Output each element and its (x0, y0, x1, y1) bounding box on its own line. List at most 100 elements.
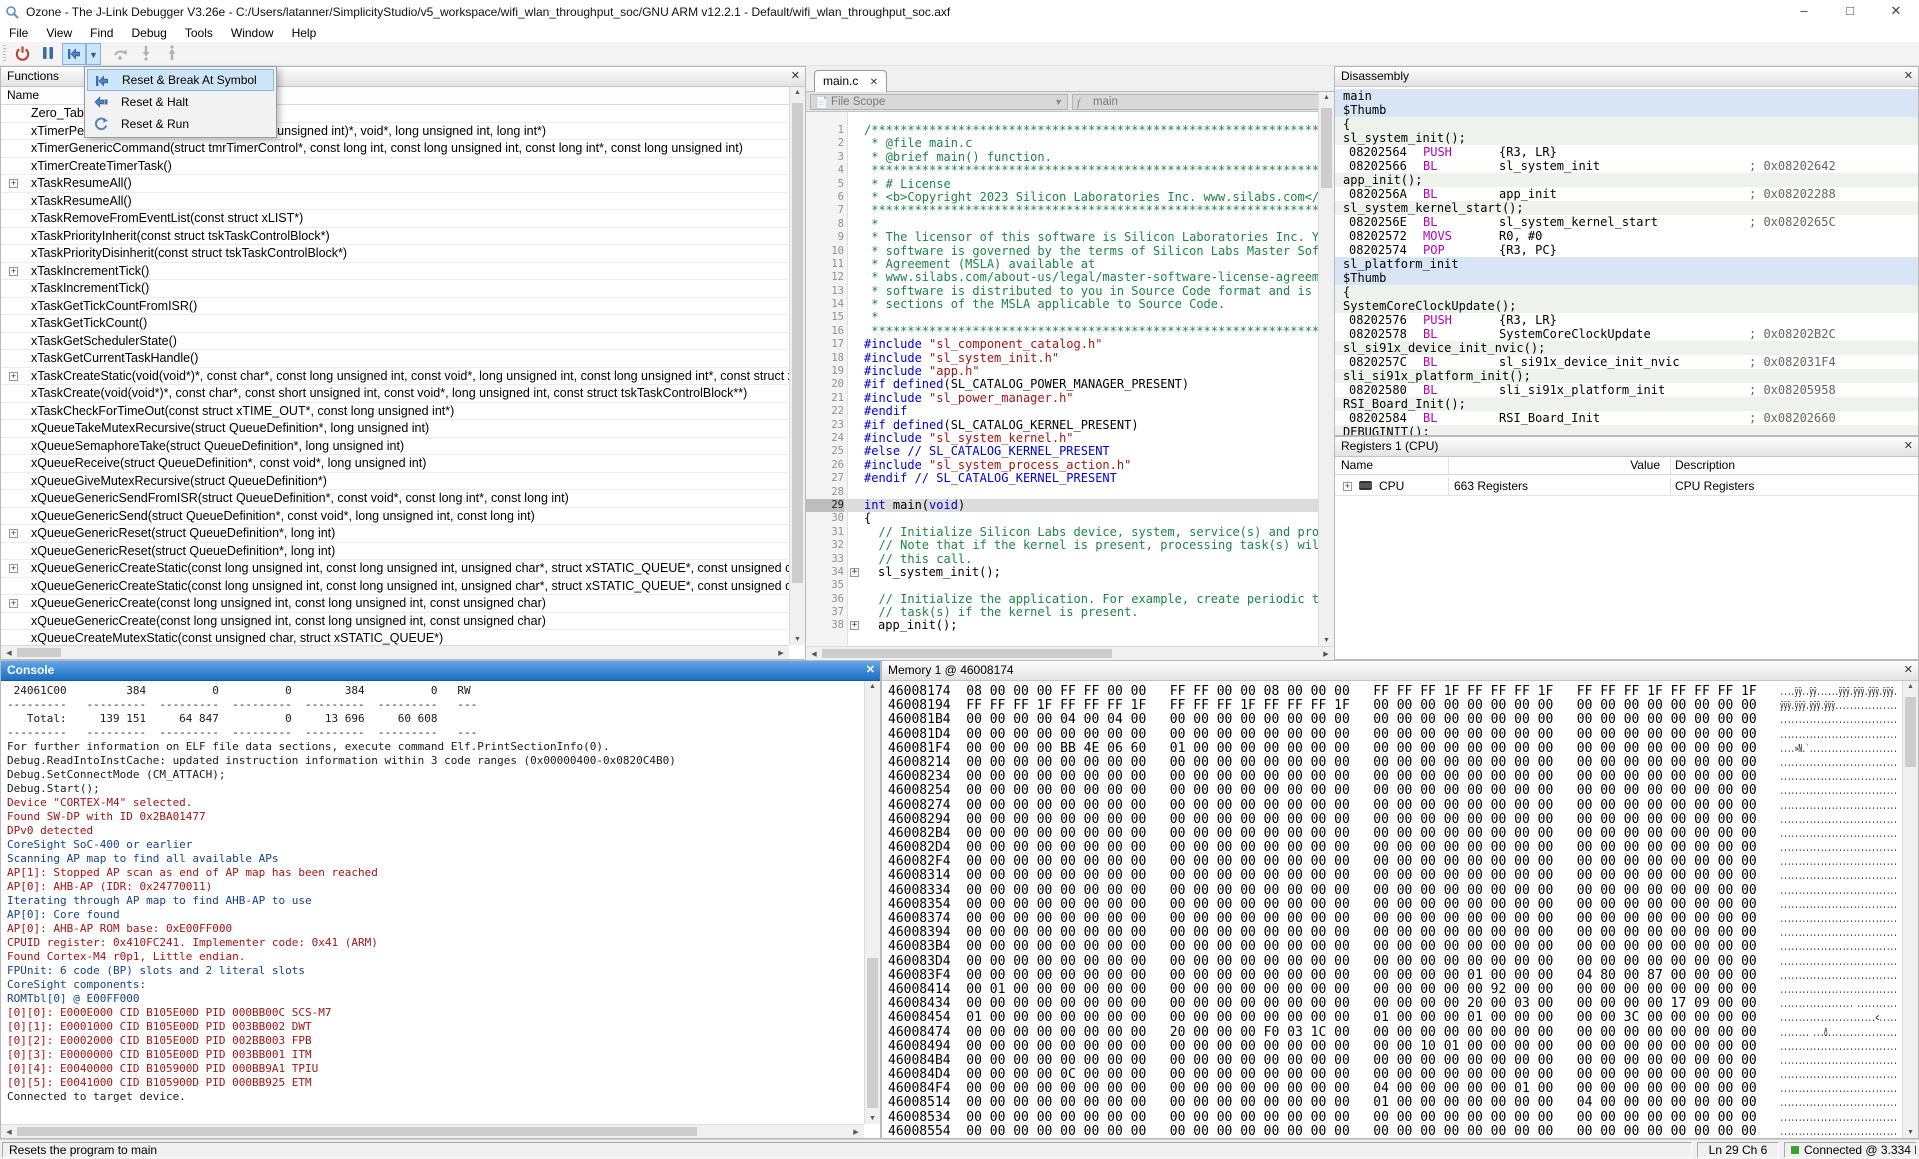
code-line-31[interactable]: 31 // Initialize Silicon Labs device, sy… (806, 526, 1318, 539)
memory-row[interactable]: 46008334 00 00 00 00 00 00 00 00 00 00 0… (888, 884, 1902, 898)
code-line-38[interactable]: 38+app_init(); (806, 619, 1318, 632)
memory-row[interactable]: 460082D4 00 00 00 00 00 00 00 00 00 00 0… (888, 841, 1902, 855)
function-row[interactable]: xTaskGetSchedulerState() (1, 333, 789, 351)
code-line-11[interactable]: 11 * Agreement (MSLA) available at (806, 258, 1318, 271)
code-line-8[interactable]: 8 * (806, 218, 1318, 231)
memory-row[interactable]: 46008434 00 00 00 00 00 00 00 00 00 00 0… (888, 997, 1902, 1011)
disassembly-instruction[interactable]: 08202580BLsli_si91x_platform_init; 0x082… (1335, 383, 1918, 397)
code-line-36[interactable]: 36 // Initialize the application. For ex… (806, 593, 1318, 606)
code-line-35[interactable]: 35 (806, 579, 1318, 592)
console-horizontal-scrollbar[interactable]: ◀ ▶ (1, 1124, 864, 1138)
code-line-3[interactable]: 3 * @brief main() function. (806, 151, 1318, 164)
function-row[interactable]: xQueueGenericSend(struct QueueDefinition… (1, 508, 789, 526)
disassembly-source-line[interactable]: app_init(); (1335, 173, 1918, 187)
console-vertical-scrollbar[interactable]: ▲ ▼ (864, 681, 880, 1124)
menu-window[interactable]: Window (222, 24, 283, 42)
code-line-12[interactable]: 12 * www.silabs.com/about-us/legal/maste… (806, 271, 1318, 284)
code-line-9[interactable]: 9 * The licensor of this software is Sil… (806, 231, 1318, 244)
step-out-icon[interactable] (160, 43, 184, 65)
memory-row[interactable]: 460084D4 00 00 00 00 0C 00 00 00 00 00 0… (888, 1068, 1902, 1082)
disassembly-label[interactable]: $Thumb (1335, 271, 1918, 285)
function-dropdown[interactable]: f main ▼ (1072, 94, 1330, 110)
expand-icon[interactable]: + (9, 267, 18, 276)
disassembly-instruction[interactable]: 08202584BLRSI_Board_Init; 0x08202660 (1335, 411, 1918, 425)
function-row[interactable]: xQueueCreateMutexStatic(const unsigned c… (1, 630, 789, 645)
memory-row[interactable]: 460084B4 00 00 00 00 00 00 00 00 00 00 0… (888, 1054, 1902, 1068)
editor-vertical-scrollbar[interactable]: ▲ ▼ (1318, 92, 1334, 646)
memory-hex-dump[interactable]: 46008174 08 00 00 00 FF FF 00 00 FF FF 0… (888, 685, 1902, 1138)
function-row[interactable]: xQueueTakeMutexRecursive(struct QueueDef… (1, 420, 789, 438)
memory-row[interactable]: 46008314 00 00 00 00 00 00 00 00 00 00 0… (888, 869, 1902, 883)
code-line-30[interactable]: 30{ (806, 512, 1318, 525)
function-row[interactable]: xTaskPriorityInherit(const struct tskTas… (1, 228, 789, 246)
expand-icon[interactable]: + (9, 179, 18, 188)
memory-row[interactable]: 460081F4 00 00 00 00 BB 4E 06 60 01 00 0… (888, 742, 1902, 756)
expand-icon[interactable]: + (9, 372, 18, 381)
function-row[interactable]: xTaskIncrementTick() (1, 280, 789, 298)
function-row[interactable]: +xQueueGenericCreate(const long unsigned… (1, 595, 789, 613)
memory-row[interactable]: 46008254 00 00 00 00 00 00 00 00 00 00 0… (888, 784, 1902, 798)
disassembly-instruction[interactable]: 0820256ABLapp_init; 0x08202288 (1335, 187, 1918, 201)
disassembly-instruction[interactable]: 08202566BLsl_system_init; 0x08202642 (1335, 159, 1918, 173)
disassembly-source-line[interactable]: SystemCoreClockUpdate(); (1335, 299, 1918, 313)
disassembly-instruction[interactable]: 08202578BLSystemCoreClockUpdate; 0x08202… (1335, 327, 1918, 341)
expand-icon[interactable]: + (9, 564, 18, 573)
disassembly-instruction[interactable]: 0820257CBLsl_si91x_device_init_nvic; 0x0… (1335, 355, 1918, 369)
code-line-1[interactable]: 1/**************************************… (806, 124, 1318, 137)
memory-row[interactable]: 46008274 00 00 00 00 00 00 00 00 00 00 0… (888, 799, 1902, 813)
function-row[interactable]: xTaskGetTickCount() (1, 315, 789, 333)
function-row[interactable]: +xTaskIncrementTick() (1, 263, 789, 281)
code-line-24[interactable]: 24#include "sl_system_kernel.h" (806, 432, 1318, 445)
close-icon[interactable]: ✕ (1904, 437, 1913, 456)
function-row[interactable]: xTaskPriorityDisinherit(const struct tsk… (1, 245, 789, 263)
memory-row[interactable]: 46008194 FF FF FF 1F FF FF FF 1F FF FF F… (888, 699, 1902, 713)
close-icon[interactable]: ✕ (1904, 67, 1913, 86)
function-row[interactable]: xTaskResumeAll() (1, 193, 789, 211)
memory-row[interactable]: 46008294 00 00 00 00 00 00 00 00 00 00 0… (888, 813, 1902, 827)
code-line-33[interactable]: 33 // this call. (806, 553, 1318, 566)
code-line-4[interactable]: 4 **************************************… (806, 164, 1318, 177)
menu-view[interactable]: View (37, 24, 81, 42)
memory-row[interactable]: 46008214 00 00 00 00 00 00 00 00 00 00 0… (888, 756, 1902, 770)
disassembly-source-line[interactable]: RSI_Board_Init(); (1335, 397, 1918, 411)
registers-column-header[interactable]: Name Value Description (1335, 457, 1918, 475)
disassembly-source-line[interactable]: { (1335, 285, 1918, 299)
memory-row[interactable]: 460082B4 00 00 00 00 00 00 00 00 00 00 0… (888, 827, 1902, 841)
code-line-34[interactable]: 34+sl_system_init(); (806, 566, 1318, 579)
disassembly-source-line[interactable]: sl_system_kernel_start(); (1335, 201, 1918, 215)
menu-file[interactable]: File (0, 24, 37, 42)
function-row[interactable]: xQueueGenericSendFromISR(struct QueueDef… (1, 490, 789, 508)
function-row[interactable]: xQueueGenericReset(struct QueueDefinitio… (1, 543, 789, 561)
code-line-22[interactable]: 22#endif (806, 405, 1318, 418)
inline-expand-icon[interactable]: + (850, 568, 859, 577)
disassembly-source-line[interactable]: sl_si91x_device_init_nvic(); (1335, 341, 1918, 355)
function-row[interactable]: +xQueueGenericCreateStatic(const long un… (1, 560, 789, 578)
code-line-14[interactable]: 14 * sections of the MSLA applicable to … (806, 298, 1318, 311)
function-row[interactable]: xTaskGetTickCountFromISR() (1, 298, 789, 316)
close-button[interactable]: ✕ (1873, 0, 1919, 24)
file-scope-dropdown[interactable]: 📄 File Scope ▼ (810, 94, 1068, 110)
memory-row[interactable]: 46008494 00 00 00 00 00 00 00 00 00 00 0… (888, 1040, 1902, 1054)
expand-icon[interactable]: + (9, 599, 18, 608)
memory-row[interactable]: 460084F4 00 00 00 00 00 00 00 00 00 00 0… (888, 1082, 1902, 1096)
memory-row[interactable]: 460081D4 00 00 00 00 00 00 00 00 00 00 0… (888, 728, 1902, 742)
memory-row[interactable]: 46008514 00 00 00 00 00 00 00 00 00 00 0… (888, 1096, 1902, 1110)
code-editor[interactable]: 1/**************************************… (806, 112, 1318, 646)
close-icon[interactable]: ✕ (1904, 661, 1913, 680)
function-row[interactable]: xQueueSemaphoreTake(struct QueueDefiniti… (1, 438, 789, 456)
function-row[interactable]: +xTaskCreateStatic(void(void*)*, const c… (1, 368, 789, 386)
minimize-button[interactable]: – (1781, 0, 1827, 24)
memory-row[interactable]: 460083F4 00 00 00 00 00 00 00 00 00 00 0… (888, 969, 1902, 983)
menu-help[interactable]: Help (283, 24, 326, 42)
code-line-19[interactable]: 19#include "app.h" (806, 365, 1318, 378)
code-line-18[interactable]: 18#include "sl_system_init.h" (806, 352, 1318, 365)
memory-row[interactable]: 46008414 00 01 00 00 00 00 00 00 00 00 0… (888, 983, 1902, 997)
disassembly-instruction[interactable]: 08202576PUSH{R3, LR} (1335, 313, 1918, 327)
close-icon[interactable]: ✕ (866, 661, 875, 680)
code-line-28[interactable]: 28 (806, 486, 1318, 499)
function-row[interactable]: xTaskRemoveFromEventList(const struct xL… (1, 210, 789, 228)
functions-vertical-scrollbar[interactable]: ▲ ▼ (789, 87, 805, 645)
code-line-21[interactable]: 21#include "sl_power_manager.h" (806, 392, 1318, 405)
function-row[interactable]: xTaskCreate(void(void*)*, const char*, c… (1, 385, 789, 403)
function-row[interactable]: xQueueGiveMutexRecursive(struct QueueDef… (1, 473, 789, 491)
